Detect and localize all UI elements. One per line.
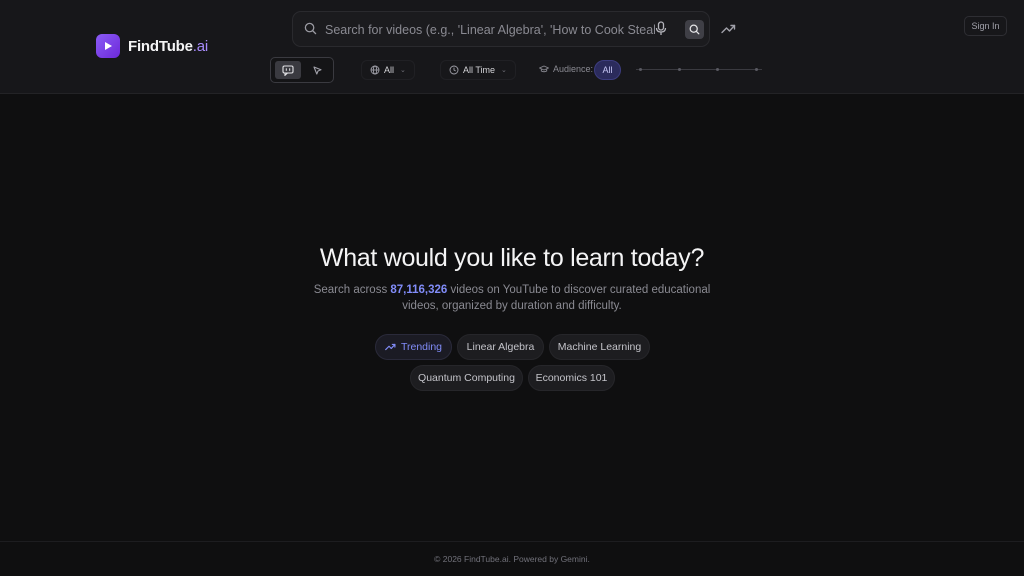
mode-toggle bbox=[270, 57, 334, 83]
video-count: 87,116,326 bbox=[390, 284, 448, 296]
search-icon bbox=[689, 24, 700, 35]
logo[interactable]: FindTube.ai bbox=[96, 34, 208, 58]
slider-stop[interactable] bbox=[678, 68, 681, 71]
time-filter-value: All Time bbox=[463, 65, 496, 75]
search-button[interactable] bbox=[685, 20, 704, 39]
top-bar: FindTube.ai Sign In bbox=[0, 0, 1024, 94]
trending-icon bbox=[385, 343, 396, 351]
language-filter-value: All bbox=[384, 65, 395, 75]
slider-stop[interactable] bbox=[716, 68, 719, 71]
audience-level-slider[interactable] bbox=[636, 64, 762, 76]
cursor-mode-button[interactable] bbox=[304, 61, 330, 79]
footer: © 2026 FindTube.ai. Powered by Gemini. bbox=[0, 541, 1024, 576]
suggestion-chip-machine-learning[interactable]: Machine Learning bbox=[549, 334, 650, 360]
suggestion-chip-economics-101[interactable]: Economics 101 bbox=[528, 365, 615, 391]
trending-icon[interactable] bbox=[721, 21, 736, 39]
clock-icon bbox=[449, 65, 459, 75]
language-filter[interactable]: All ⌄ bbox=[361, 60, 415, 80]
slider-track bbox=[636, 69, 762, 70]
trending-chip[interactable]: Trending bbox=[375, 334, 452, 360]
search-input[interactable] bbox=[325, 20, 655, 40]
page: FindTube.ai Sign In bbox=[0, 0, 1024, 576]
audience-label: Audience: bbox=[539, 64, 593, 74]
graduation-cap-icon bbox=[539, 65, 549, 73]
suggestion-chip-quantum-computing[interactable]: Quantum Computing bbox=[410, 365, 523, 391]
slider-stop[interactable] bbox=[639, 68, 642, 71]
sign-in-button[interactable]: Sign In bbox=[964, 16, 1007, 36]
play-icon bbox=[96, 34, 120, 58]
globe-icon bbox=[370, 65, 380, 75]
cursor-icon bbox=[312, 65, 322, 75]
footer-text: © 2026 FindTube.ai. Powered by Gemini. bbox=[434, 554, 590, 564]
slider-stop[interactable] bbox=[755, 68, 758, 71]
search-bar bbox=[292, 11, 710, 47]
time-filter[interactable]: All Time ⌄ bbox=[440, 60, 516, 80]
microphone-icon[interactable] bbox=[655, 21, 667, 41]
hero-title: What would you like to learn today? bbox=[319, 244, 705, 272]
brand-name: FindTube.ai bbox=[128, 37, 209, 55]
suggestion-chip-linear-algebra[interactable]: Linear Algebra bbox=[457, 334, 544, 360]
hero-subtitle: Search across 87,116,326 videos on YouTu… bbox=[313, 284, 711, 312]
chevron-down-icon: ⌄ bbox=[501, 67, 507, 74]
search-icon bbox=[304, 22, 317, 40]
chevron-down-icon: ⌄ bbox=[400, 67, 406, 74]
message-icon bbox=[282, 64, 294, 76]
chat-mode-button[interactable] bbox=[275, 61, 301, 79]
audience-all-button[interactable]: All bbox=[594, 60, 621, 80]
